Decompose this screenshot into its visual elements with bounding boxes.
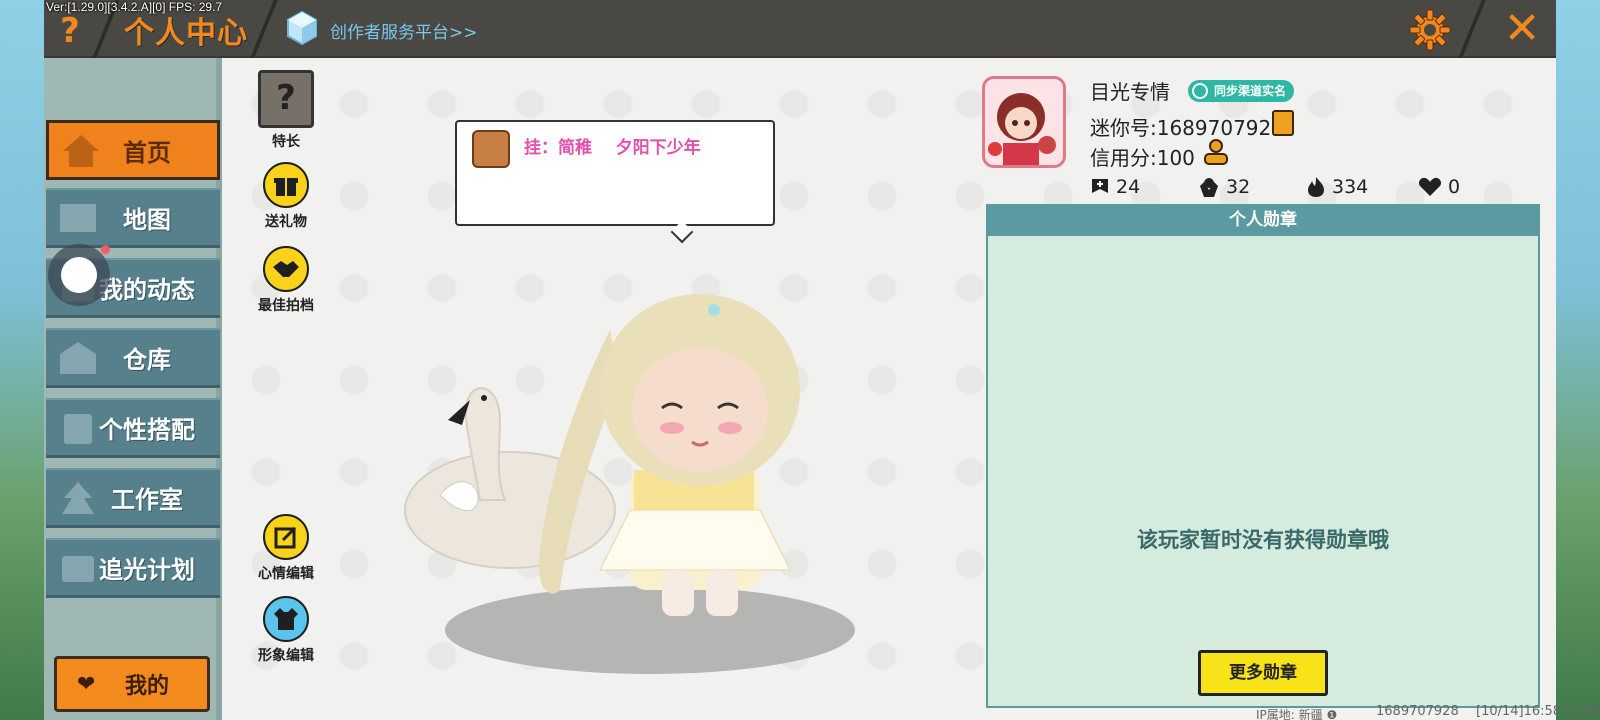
credit-person-icon[interactable]: [1202, 138, 1230, 166]
talent-label: 特长: [272, 134, 300, 150]
cube-icon[interactable]: [286, 10, 318, 46]
gift-icon: [263, 162, 309, 208]
appearance-edit-button[interactable]: 形象编辑: [246, 596, 326, 665]
mine-label: 我的: [124, 674, 169, 699]
appearance-edit-label: 形象编辑: [258, 648, 314, 664]
likes-count: 0: [1448, 176, 1461, 198]
realname-badge[interactable]: 同步渠道实名: [1188, 80, 1295, 102]
sidebar-item-outfit[interactable]: 个性搭配: [46, 398, 220, 458]
edit-icon: [263, 514, 309, 560]
fans-icon: [1200, 178, 1218, 197]
talent-button[interactable]: ? 特长: [246, 70, 326, 151]
mini-id: 迷你号:1689707928: [1090, 116, 1284, 140]
pet-icon: [472, 130, 510, 168]
sidebar-item-home[interactable]: 首页: [46, 120, 220, 180]
sidebar-item-label: 追光计划: [99, 556, 195, 584]
realname-label: 同步渠道实名: [1214, 84, 1287, 98]
gift-label: 送礼物: [265, 214, 307, 230]
follow-add-icon: [1092, 179, 1108, 193]
fans-count: 32: [1226, 176, 1251, 198]
avatar[interactable]: [982, 76, 1066, 168]
partner-button[interactable]: 最佳拍档: [246, 246, 326, 315]
fps-readout: Ver:[1.29.0][3.4.2.A][0] FPS: 29.7: [46, 0, 223, 14]
sidebar-item-label: 地图: [123, 206, 171, 234]
floating-assistive-ball[interactable]: [48, 244, 110, 306]
close-button[interactable]: ✕: [1502, 6, 1542, 52]
sidebar-item-label: 个性搭配: [99, 416, 195, 444]
stat-heat[interactable]: 334: [1306, 174, 1368, 200]
heart-icon: [1418, 177, 1442, 196]
medal-panel-title: 个人勋章: [986, 204, 1540, 236]
medal-panel: [986, 204, 1540, 708]
medal-empty-text: 该玩家暂时没有获得勋章哦: [1137, 528, 1389, 552]
sidebar-item-warehouse[interactable]: 仓库: [46, 328, 220, 388]
mood-edit-button[interactable]: 心情编辑: [246, 514, 326, 583]
nickname: 目光专情: [1090, 80, 1170, 104]
stat-likes[interactable]: 0: [1418, 174, 1460, 200]
gift-button[interactable]: 送礼物: [246, 162, 326, 231]
footer-timestamp: [10/14]16:58 0 [58: [1476, 704, 1600, 719]
mood-edit-label: 心情编辑: [258, 566, 314, 582]
handshake-icon: [263, 246, 309, 292]
status-text: 挂：简稚 夕阳下少年: [524, 138, 701, 158]
notification-dot: [101, 245, 110, 254]
copy-icon[interactable]: [1272, 110, 1294, 136]
outfit-icon: [263, 596, 309, 642]
user-check-icon: [1192, 83, 1208, 99]
more-medals-button[interactable]: 更多勋章: [1198, 650, 1328, 696]
heart-icon: ❤: [77, 672, 96, 697]
page-title: 个人中心: [124, 16, 248, 51]
flame-icon: [1308, 177, 1324, 197]
gear-icon[interactable]: [1408, 8, 1452, 52]
sidebar-item-label: 工作室: [111, 486, 183, 514]
warehouse-icon: [60, 342, 96, 374]
mine-button[interactable]: ❤ 我的: [54, 656, 210, 712]
footer-user-id: 1689707928: [1376, 704, 1459, 719]
sidebar-item-plan[interactable]: 追光计划: [46, 538, 220, 598]
sidebar-item-studio[interactable]: 工作室: [46, 468, 220, 528]
map-icon: [60, 204, 96, 232]
stat-follows[interactable]: 24: [1090, 174, 1140, 200]
heat-count: 334: [1332, 176, 1369, 198]
help-button[interactable]: ?: [54, 12, 86, 50]
follows-count: 24: [1116, 176, 1141, 198]
sidebar-item-label: 首页: [123, 138, 171, 167]
credit-score: 信用分:100: [1090, 146, 1195, 170]
question-box-icon: ?: [258, 70, 314, 128]
sidebar-item-label: 仓库: [123, 346, 171, 374]
stat-fans[interactable]: 32: [1198, 174, 1250, 200]
ip-location: IP属地: 新疆 ❶: [1256, 708, 1338, 720]
partner-label: 最佳拍档: [258, 298, 314, 314]
sidebar-item-map[interactable]: 地图: [46, 188, 220, 248]
creator-platform-link[interactable]: 创作者服务平台>>: [330, 18, 478, 43]
avatar-3d-model[interactable]: [400, 270, 900, 690]
